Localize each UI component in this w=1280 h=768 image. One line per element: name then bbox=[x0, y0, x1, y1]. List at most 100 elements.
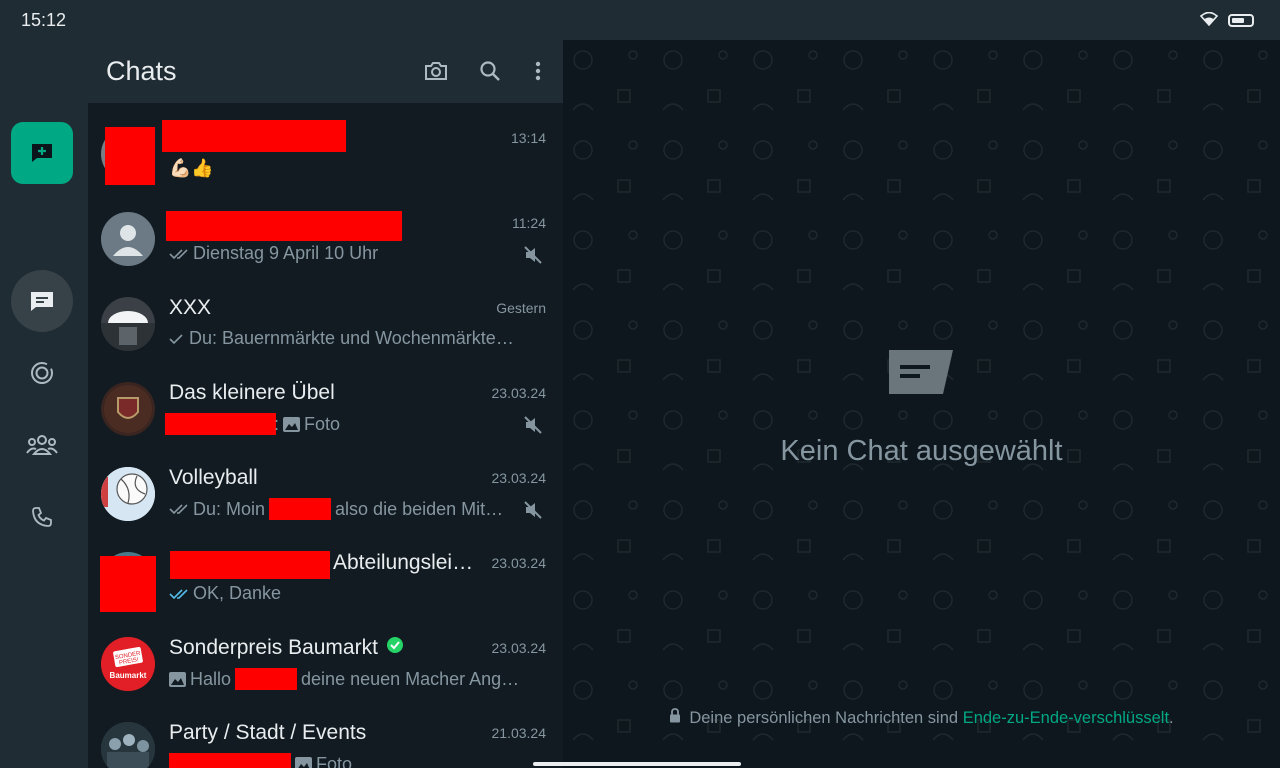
chat-name: Das kleinere Übel bbox=[169, 381, 335, 404]
chat-preview-text-continued: deine neuen Macher Ang… bbox=[301, 668, 520, 689]
redacted-name bbox=[170, 551, 330, 579]
chat-preview: Du: Moin also die beiden Mit… bbox=[169, 498, 503, 520]
chat-row[interactable]: 11:24 Dienstag 9 April 10 Uhr bbox=[88, 202, 563, 287]
chat-row[interactable]: SONDER PREIS! Baumarkt Sonderpreis Bauma… bbox=[88, 627, 563, 712]
avatar bbox=[101, 722, 155, 768]
status-tab-button[interactable] bbox=[11, 342, 73, 404]
chat-preview-text: Foto bbox=[316, 753, 353, 768]
chat-preview: Dienstag 9 April 10 Uhr bbox=[169, 243, 378, 264]
chat-row[interactable]: Volleyball 23.03.24 Du: Moin also die be… bbox=[88, 457, 563, 542]
page-title: Chats bbox=[106, 56, 177, 86]
chat-preview: : Foto bbox=[165, 413, 340, 435]
chat-name: Abteilungslei… bbox=[333, 551, 474, 574]
chats-tab-button[interactable] bbox=[11, 270, 73, 332]
chat-name-text: Sonderpreis Baumarkt bbox=[169, 636, 378, 659]
calls-tab-button[interactable] bbox=[11, 486, 73, 548]
status-time: 15:12 bbox=[21, 10, 67, 30]
chat-preview: 💪🏻👍 bbox=[169, 158, 214, 179]
chat-time: 23.03.24 bbox=[491, 640, 547, 656]
photo-icon bbox=[295, 756, 312, 768]
chat-preview-text-continued: also die beiden Mit… bbox=[335, 498, 504, 519]
single-check-icon bbox=[169, 333, 185, 345]
double-check-icon bbox=[169, 248, 189, 260]
camera-icon[interactable] bbox=[423, 58, 449, 84]
background-pattern bbox=[563, 40, 1280, 768]
communities-tab-button[interactable] bbox=[11, 414, 73, 476]
chat-preview-text: Du: Bauernmärkte und Wochenmärkte… bbox=[189, 328, 514, 348]
default-avatar-icon bbox=[113, 225, 143, 256]
chat-preview-text: Foto bbox=[304, 413, 341, 434]
status-icon bbox=[31, 362, 53, 384]
photo-icon bbox=[169, 671, 186, 687]
chat-list-panel: Chats 13:14 💪🏻👍 11:24 Dienstag 9 April 1… bbox=[88, 40, 563, 768]
chat-preview: OK, Danke bbox=[169, 583, 281, 604]
chat-preview: Hallo deine neuen Macher Ang… bbox=[169, 668, 519, 690]
chat-time: 23.03.24 bbox=[491, 470, 547, 486]
conversation-panel: Kein Chat ausgewählt Deine persönlichen … bbox=[563, 40, 1280, 768]
chat-time: 23.03.24 bbox=[491, 555, 547, 571]
redacted-avatar bbox=[105, 127, 155, 185]
communities-icon bbox=[26, 435, 58, 455]
avatar bbox=[101, 382, 155, 436]
lock-icon bbox=[669, 708, 681, 728]
more-options-icon[interactable] bbox=[525, 58, 551, 84]
chat-preview-text: OK, Danke bbox=[193, 583, 282, 603]
chats-icon bbox=[31, 292, 53, 311]
redacted-name bbox=[166, 211, 402, 241]
chat-name: Volleyball bbox=[169, 466, 258, 489]
double-check-icon bbox=[169, 503, 189, 515]
chat-time: 21.03.24 bbox=[491, 725, 547, 741]
redacted-sender bbox=[169, 753, 291, 768]
svg-text:Baumarkt: Baumarkt bbox=[110, 671, 147, 680]
chat-time: Gestern bbox=[496, 300, 546, 316]
muted-icon bbox=[523, 500, 543, 525]
double-check-read-icon bbox=[169, 588, 189, 600]
e2e-notice: Deine persönlichen Nachrichten sind Ende… bbox=[563, 708, 1280, 728]
home-indicator[interactable] bbox=[533, 762, 741, 766]
search-icon[interactable] bbox=[477, 58, 503, 84]
chat-name: XXX bbox=[169, 296, 212, 319]
new-chat-button[interactable] bbox=[11, 122, 73, 184]
navigation-rail bbox=[0, 40, 88, 768]
chat-row[interactable]: XXX Gestern Du: Bauernmärkte und Wochenm… bbox=[88, 287, 563, 372]
chat-preview: Foto bbox=[169, 753, 352, 768]
chat-preview-text: 💪🏻👍 bbox=[169, 158, 214, 178]
avatar bbox=[101, 467, 155, 521]
chat-row[interactable]: 13:14 💪🏻👍 bbox=[88, 117, 563, 202]
redacted-name bbox=[269, 498, 332, 520]
chat-preview: Du: Bauernmärkte und Wochenmärkte… bbox=[169, 328, 514, 349]
redacted-avatar bbox=[100, 556, 156, 612]
e2e-period: . bbox=[1169, 708, 1174, 727]
chat-preview-text: Hallo bbox=[190, 668, 232, 689]
chat-row[interactable]: Abteilungslei… 23.03.24 OK, Danke bbox=[88, 542, 563, 627]
e2e-text: Deine persönlichen Nachrichten sind bbox=[689, 708, 959, 727]
chat-time: 23.03.24 bbox=[491, 385, 547, 401]
chat-row[interactable]: Party / Stadt / Events 21.03.24 Foto bbox=[88, 712, 563, 768]
chat-time: 11:24 bbox=[512, 215, 546, 231]
chat-name: Sonderpreis Baumarkt bbox=[169, 636, 404, 660]
e2e-link[interactable]: Ende-zu-Ende-verschlüsselt bbox=[963, 709, 1169, 727]
battery-icon bbox=[1228, 14, 1254, 27]
avatar bbox=[101, 212, 155, 266]
avatar: SONDER PREIS! Baumarkt bbox=[101, 637, 155, 691]
redacted-name bbox=[162, 120, 346, 152]
chat-time: 13:14 bbox=[510, 130, 546, 146]
redacted-sender bbox=[165, 413, 276, 435]
verified-badge-icon bbox=[386, 636, 404, 660]
chat-list-header: Chats bbox=[88, 40, 563, 103]
chat-row[interactable]: Das kleinere Übel 23.03.24 : Foto bbox=[88, 372, 563, 457]
chat-preview-prefix: : bbox=[274, 413, 280, 434]
wifi-icon bbox=[1199, 11, 1219, 31]
photo-icon bbox=[283, 416, 301, 432]
volleyball-icon bbox=[101, 467, 155, 521]
avatar bbox=[101, 297, 155, 351]
empty-state-title: Kein Chat ausgewählt bbox=[780, 435, 1063, 467]
new-chat-icon bbox=[32, 144, 52, 162]
chat-name: Party / Stadt / Events bbox=[169, 721, 367, 744]
chat-bubble-icon bbox=[885, 348, 955, 401]
chat-preview-text: Dienstag 9 April 10 Uhr bbox=[193, 243, 379, 263]
phone-icon bbox=[32, 507, 52, 527]
status-bar: 15:12 bbox=[0, 0, 1280, 40]
muted-icon bbox=[523, 245, 543, 270]
redacted-name bbox=[235, 668, 298, 690]
